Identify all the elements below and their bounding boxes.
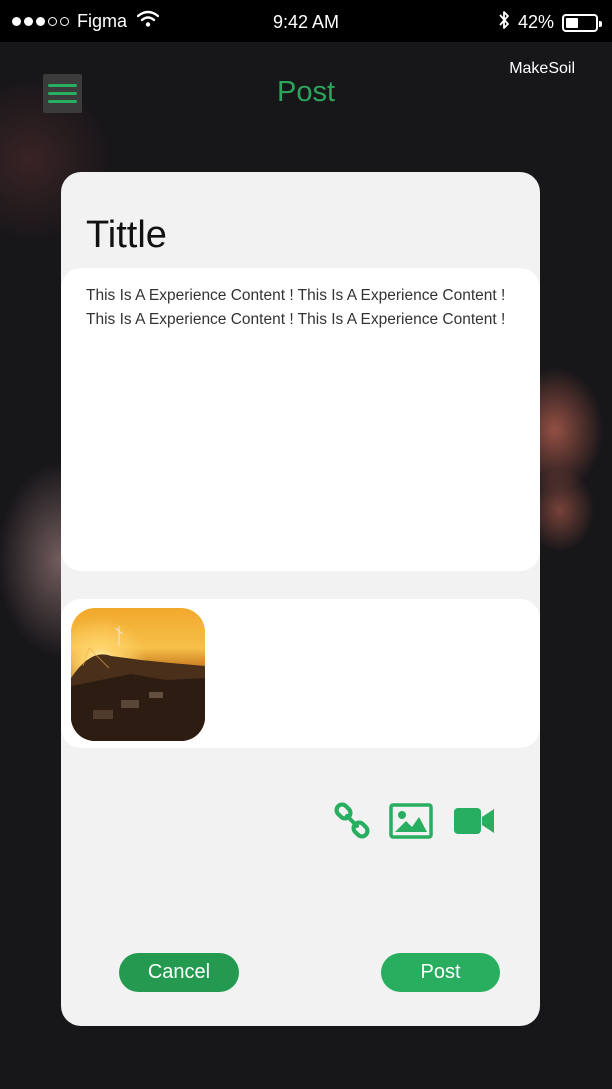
battery-percent: 42% <box>517 12 554 32</box>
cancel-button[interactable]: Cancel <box>119 953 239 992</box>
link-icon[interactable] <box>333 802 371 840</box>
content-textarea[interactable]: This Is A Experience Content ! This Is A… <box>61 268 540 571</box>
bluetooth-icon <box>498 10 510 35</box>
battery-fill <box>566 17 578 28</box>
attachment-toolbar <box>333 802 495 840</box>
attachments-panel <box>61 599 540 748</box>
app-screen: Figma 9:42 AM 42% Post MakeSoil Tittle T… <box>0 0 612 1089</box>
content-text: This Is A Experience Content ! This Is A… <box>86 287 506 328</box>
video-icon[interactable] <box>453 806 495 836</box>
status-bar: Figma 9:42 AM 42% <box>0 0 612 42</box>
image-icon[interactable] <box>389 803 433 839</box>
post-title[interactable]: Tittle <box>86 214 167 257</box>
attachment-thumbnail[interactable] <box>71 608 205 741</box>
post-card: Tittle This Is A Experience Content ! Th… <box>61 172 540 1026</box>
status-right: 42% <box>498 10 602 35</box>
sunset-photo <box>71 608 205 741</box>
page-title: Post <box>276 76 336 108</box>
brand-label: MakeSoil <box>509 60 575 77</box>
post-button[interactable]: Post <box>381 953 500 992</box>
battery-icon <box>562 13 602 32</box>
